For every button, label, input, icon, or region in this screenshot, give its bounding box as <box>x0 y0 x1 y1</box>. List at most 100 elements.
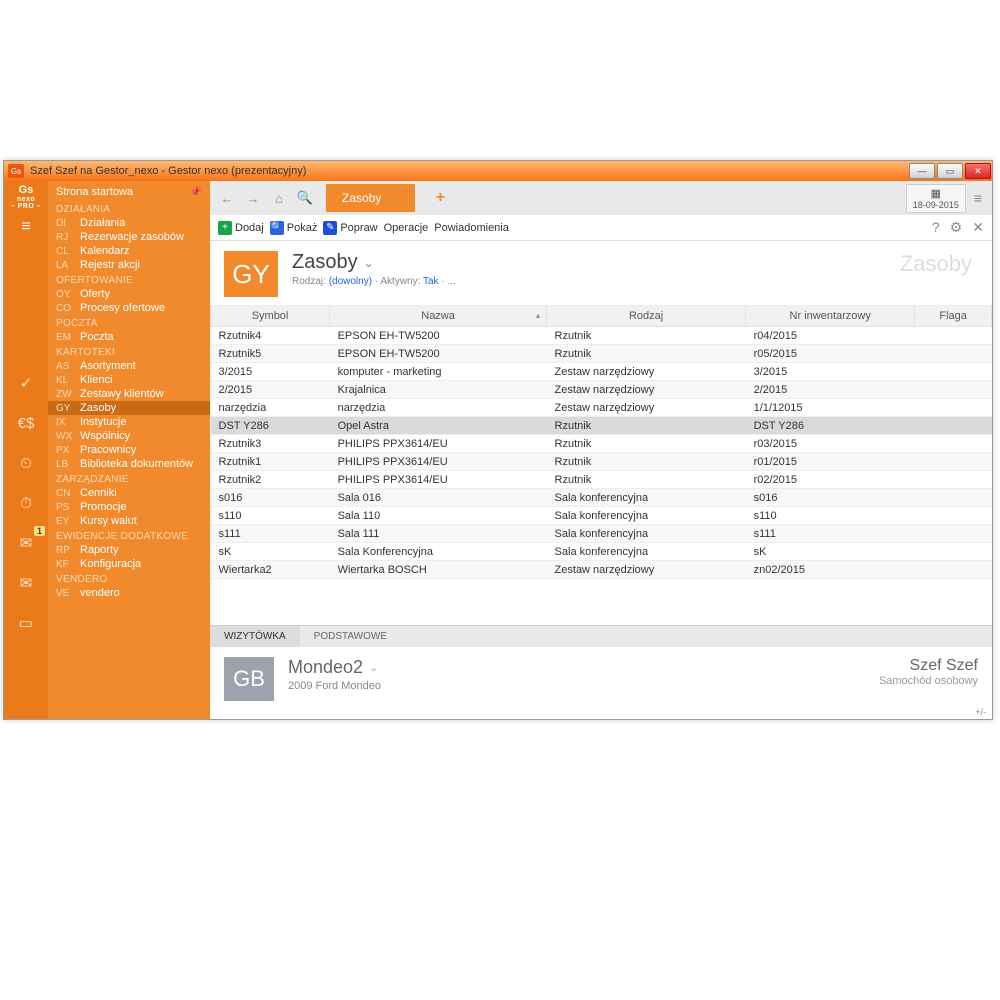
tab-zasoby[interactable]: Zasoby <box>326 184 415 212</box>
detail-tile: GB <box>224 657 274 701</box>
sidebar-item-label: Poczta <box>80 331 114 343</box>
sidebar-item[interactable]: EYKursy walut <box>48 514 210 528</box>
pin-icon[interactable]: 📌 <box>190 187 202 198</box>
page-filter-summary[interactable]: Rodzaj: (dowolny) · Aktywny: Tak · ... <box>292 276 456 287</box>
currency-icon[interactable]: €$ <box>13 410 39 436</box>
table-row[interactable]: Rzutnik2PHILIPS PPX3614/EURzutnikr02/201… <box>211 471 992 489</box>
edit-button[interactable]: ✎Popraw <box>323 221 377 235</box>
check-circle-icon[interactable]: ✓ <box>13 370 39 396</box>
help-icon[interactable]: ? <box>932 219 940 236</box>
mail-icon[interactable]: ✉ <box>13 570 39 596</box>
close-panel-icon[interactable]: ✕ <box>972 219 984 236</box>
table-row[interactable]: 3/2015komputer - marketingZestaw narzędz… <box>211 363 992 381</box>
table-row[interactable]: s111Sala 111Sala konferencyjnas111 <box>211 525 992 543</box>
operations-menu[interactable]: Operacje <box>384 222 429 234</box>
certificate-icon[interactable]: ▭ <box>13 610 39 636</box>
sidebar-item[interactable]: CLKalendarz <box>48 244 210 258</box>
table-cell: Sala 016 <box>330 489 547 507</box>
mail-badge-icon[interactable]: ✉1 <box>13 530 39 556</box>
detail-title-text: Mondeo2 <box>288 657 363 678</box>
sidebar-item[interactable]: VEvendero <box>48 586 210 600</box>
sidebar-item[interactable]: LARejestr akcji <box>48 258 210 272</box>
table-row[interactable]: narzędzianarzędziaZestaw narzędziowy1/1/… <box>211 399 992 417</box>
page-title[interactable]: Zasoby⌄ <box>292 251 456 274</box>
column-header[interactable]: Rodzaj <box>547 306 746 327</box>
sidebar-item-label: Działania <box>80 217 125 229</box>
table-cell: narzędzia <box>211 399 330 417</box>
detail-tab-card[interactable]: WIZYTÓWKA <box>210 626 300 647</box>
table-row[interactable]: s016Sala 016Sala konferencyjnas016 <box>211 489 992 507</box>
column-header[interactable]: Nazwa <box>330 306 547 327</box>
tab-add-icon[interactable]: + <box>429 187 451 209</box>
sidebar-category: POCZTA <box>48 315 210 330</box>
sidebar-item[interactable]: RPRaporty <box>48 543 210 557</box>
sidebar-item[interactable]: GYZasoby <box>48 401 210 415</box>
filter-post: · ... <box>439 276 456 287</box>
sidebar-item[interactable]: IXInstytucje <box>48 415 210 429</box>
sidebar-item[interactable]: COProcesy ofertowe <box>48 301 210 315</box>
nav-forward-icon[interactable]: → <box>242 187 264 209</box>
notif-label: Powiadomienia <box>434 222 509 234</box>
sidebar-item-prefix: KF <box>56 559 74 570</box>
sidebar-home[interactable]: Strona startowa 📌 <box>48 183 210 201</box>
sidebar-item[interactable]: OYOferty <box>48 287 210 301</box>
detail-title[interactable]: Mondeo2⌄ <box>288 657 381 678</box>
sidebar-item[interactable]: ASAsortyment <box>48 359 210 373</box>
add-button[interactable]: +Dodaj <box>218 221 264 235</box>
column-header[interactable]: Nr inwentarzowy <box>746 306 915 327</box>
table-row[interactable]: Wiertarka2Wiertarka BOSCHZestaw narzędzi… <box>211 561 992 579</box>
table-row[interactable]: DST Y286Opel AstraRzutnikDST Y286 <box>211 417 992 435</box>
table-row[interactable]: Rzutnik1PHILIPS PPX3614/EURzutnikr01/201… <box>211 453 992 471</box>
sidebar-item[interactable]: CNCenniki <box>48 486 210 500</box>
notifications-menu[interactable]: Powiadomienia <box>434 222 509 234</box>
close-button[interactable]: ✕ <box>965 163 991 179</box>
table-row[interactable]: s110Sala 110Sala konferencyjnas110 <box>211 507 992 525</box>
menu-icon[interactable]: ≡ <box>21 218 30 236</box>
sidebar-item[interactable]: RJRezerwacje zasobów <box>48 230 210 244</box>
column-header[interactable]: Flaga <box>915 306 992 327</box>
nav-home-icon[interactable]: ⌂ <box>268 187 290 209</box>
gear-icon[interactable]: ⚙ <box>950 219 963 236</box>
search-icon: 🔍 <box>270 221 284 235</box>
table-row[interactable]: sKSala KonferencyjnaSala konferencyjnasK <box>211 543 992 561</box>
table-cell: Sala Konferencyjna <box>330 543 547 561</box>
sidebar-item[interactable]: PXPracownicy <box>48 443 210 457</box>
expand-collapse-toggle[interactable]: +/- <box>210 707 992 719</box>
data-grid[interactable]: SymbolNazwaRodzajNr inwentarzowyFlaga Rz… <box>210 306 992 579</box>
sidebar-item[interactable]: WXWspólnicy <box>48 429 210 443</box>
table-row[interactable]: Rzutnik4EPSON EH-TW5200Rzutnikr04/2015 <box>211 327 992 345</box>
table-cell: komputer - marketing <box>330 363 547 381</box>
table-row[interactable]: Rzutnik5EPSON EH-TW5200Rzutnikr05/2015 <box>211 345 992 363</box>
sidebar-home-label: Strona startowa <box>56 186 133 198</box>
date-picker[interactable]: ▦ 18-09-2015 <box>906 184 966 213</box>
table-row[interactable]: 2/2015KrajalnicaZestaw narzędziowy2/2015 <box>211 381 992 399</box>
column-header[interactable]: Symbol <box>211 306 330 327</box>
sidebar-item-prefix: PX <box>56 445 74 456</box>
show-button[interactable]: 🔍Pokaż <box>270 221 318 235</box>
sidebar-item[interactable]: KFKonfiguracja <box>48 557 210 571</box>
nav-search-icon[interactable]: 🔍 <box>294 187 316 209</box>
overflow-menu-icon[interactable]: ≡ <box>974 190 982 206</box>
maximize-button[interactable]: ▭ <box>937 163 963 179</box>
sidebar: Strona startowa 📌 DZIAŁANIADIDziałaniaRJ… <box>48 181 210 719</box>
detail-subtitle: 2009 Ford Mondeo <box>288 680 381 692</box>
table-cell: Zestaw narzędziowy <box>547 363 746 381</box>
clock-history-icon[interactable]: ⏲ <box>13 450 39 476</box>
sidebar-item-prefix: RJ <box>56 232 74 243</box>
table-cell: 1/1/12015 <box>746 399 915 417</box>
table-row[interactable]: Rzutnik3PHILIPS PPX3614/EURzutnikr03/201… <box>211 435 992 453</box>
sidebar-item[interactable]: ZWZestawy klientów <box>48 387 210 401</box>
minimize-button[interactable]: — <box>909 163 935 179</box>
table-cell: r02/2015 <box>746 471 915 489</box>
table-cell <box>915 507 992 525</box>
sidebar-item[interactable]: EMPoczta <box>48 330 210 344</box>
sidebar-item[interactable]: LBBiblioteka dokumentów <box>48 457 210 471</box>
sidebar-item[interactable]: PSPromocje <box>48 500 210 514</box>
nav-back-icon[interactable]: ← <box>216 187 238 209</box>
stopwatch-icon[interactable]: ⏱ <box>13 490 39 516</box>
table-cell: Sala konferencyjna <box>547 507 746 525</box>
sidebar-item[interactable]: DIDziałania <box>48 216 210 230</box>
detail-tab-basic[interactable]: PODSTAWOWE <box>300 626 401 647</box>
table-cell <box>915 381 992 399</box>
sidebar-item[interactable]: KLKlienci <box>48 373 210 387</box>
